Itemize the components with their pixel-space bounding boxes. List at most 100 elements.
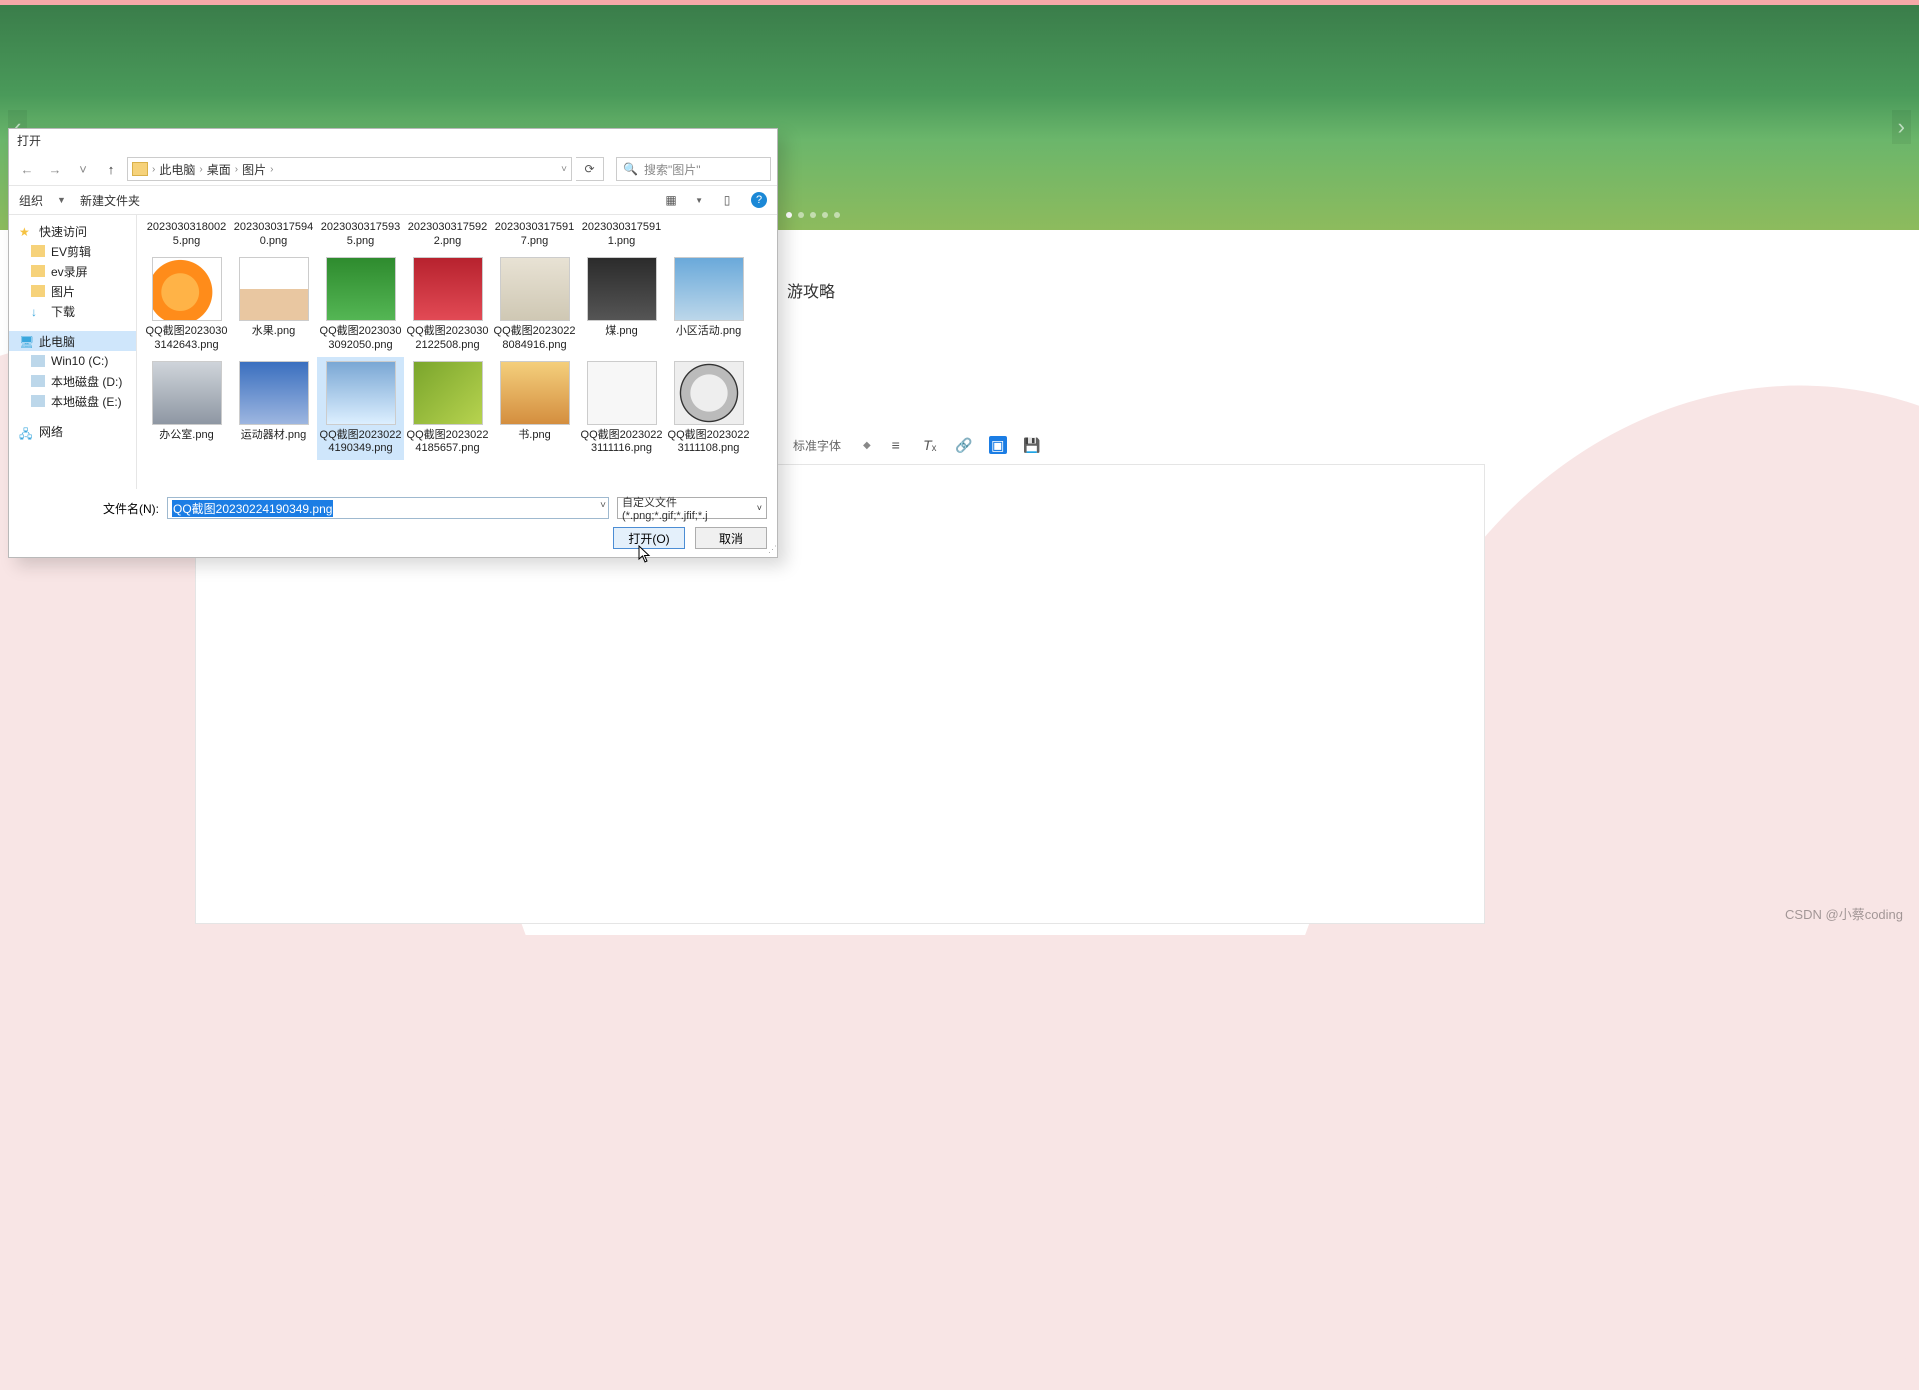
nav-item-drive[interactable]: 本地磁盘 (D:) [9,371,136,391]
dialog-address-bar: ← → ˅ ↑ › 此电脑 › 桌面 › 图片 › ˅ ⟳ 🔍 搜索"图片" [9,153,777,185]
nav-item-folder[interactable]: 图片 [9,281,136,301]
refresh-icon[interactable]: ⟳ [576,157,604,181]
link-icon[interactable]: 🔗 [955,436,973,454]
carousel-dots[interactable] [786,212,840,218]
file-item[interactable]: 20230303180025.png [143,217,230,253]
organize-button[interactable]: 组织 [19,192,43,209]
file-item[interactable]: QQ截图20230223111108.png [665,357,752,461]
filename-dropdown-icon[interactable]: ˅ [600,500,606,511]
file-thumbnail [413,257,483,321]
file-item[interactable]: 书.png [491,357,578,461]
file-label: QQ截图20230223111116.png [580,429,663,457]
file-label: 20230303175917.png [493,221,576,249]
nav-up-icon[interactable]: ↑ [99,157,123,181]
file-item[interactable]: 20230303175911.png [578,217,665,253]
breadcrumb-dropdown-icon[interactable]: ˅ [561,164,567,175]
filetype-value: 自定义文件 (*.png;*.gif;*.jfif;*.j [622,494,762,522]
breadcrumb-segment[interactable]: 桌面 [207,161,231,178]
image-icon[interactable]: ▣ [989,436,1007,454]
font-size-dropdown-icon[interactable]: ◆ [863,440,871,451]
file-item[interactable]: 水果.png [230,253,317,357]
align-icon[interactable]: ≡ [887,436,905,454]
file-label: 20230303175935.png [319,221,402,249]
file-thumbnail [674,257,744,321]
file-label: 小区活动.png [676,325,741,339]
resize-grip-icon[interactable]: ⋰ [768,544,775,555]
file-item[interactable]: 办公室.png [143,357,230,461]
file-item[interactable]: 20230303175917.png [491,217,578,253]
file-thumbnail [500,361,570,425]
file-item[interactable]: 小区活动.png [665,253,752,357]
font-size-label[interactable]: 标准字体 [787,435,847,456]
editor-toolbar: 标准字体 ◆ ≡ Tₓ 🔗 ▣ 💾 [787,430,1041,460]
file-thumbnail [326,361,396,425]
search-input[interactable]: 🔍 搜索"图片" [616,157,771,181]
file-item[interactable]: 煤.png [578,253,665,357]
carousel-next-icon[interactable]: › [1892,110,1911,144]
nav-item-drive[interactable]: 本地磁盘 (E:) [9,391,136,411]
filetype-select[interactable]: 自定义文件 (*.png;*.gif;*.jfif;*.j ˅ [617,497,767,519]
nav-back-icon[interactable]: ← [15,157,39,181]
file-label: 20230303180025.png [145,221,228,249]
preview-pane-icon[interactable]: ▯ [717,191,737,209]
file-label: 20230303175940.png [232,221,315,249]
file-thumbnail [152,257,222,321]
nav-quick-access[interactable]: ★快速访问 [9,221,136,241]
organize-dropdown-icon[interactable]: ▼ [57,195,66,205]
dialog-toolbar: 组织 ▼ 新建文件夹 ▦ ▼ ▯ ? [9,185,777,215]
file-thumbnail [239,257,309,321]
file-label: 20230303175911.png [580,221,663,249]
file-label: QQ截图20230224185657.png [406,429,489,457]
file-item[interactable]: 20230303175922.png [404,217,491,253]
breadcrumb[interactable]: › 此电脑 › 桌面 › 图片 › ˅ [127,157,572,181]
file-item[interactable]: QQ截图20230223111116.png [578,357,665,461]
file-thumbnail [326,257,396,321]
filetype-dropdown-icon[interactable]: ˅ [757,503,762,513]
file-thumbnail [500,257,570,321]
cancel-button[interactable]: 取消 [695,527,767,549]
view-mode-dropdown-icon[interactable]: ▼ [695,196,703,205]
nav-pane: ★快速访问 EV剪辑 ev录屏 图片 ↓下载 🖥此电脑 Win10 (C:) 本… [9,215,137,489]
nav-item-drive[interactable]: Win10 (C:) [9,351,136,371]
file-label: 水果.png [252,325,295,339]
breadcrumb-segment[interactable]: 图片 [242,161,266,178]
file-item[interactable]: QQ截图20230302122508.png [404,253,491,357]
file-label: 20230303175922.png [406,221,489,249]
nav-forward-icon: → [43,157,67,181]
file-item[interactable]: QQ截图20230224185657.png [404,357,491,461]
file-label: QQ截图20230228084916.png [493,325,576,353]
file-thumbnail [239,361,309,425]
nav-item-folder[interactable]: ev录屏 [9,261,136,281]
search-icon: 🔍 [623,162,638,176]
help-icon[interactable]: ? [751,192,767,208]
file-item[interactable]: QQ截图20230224190349.png [317,357,404,461]
page-content-title: 游攻略 [787,278,835,302]
nav-this-pc[interactable]: 🖥此电脑 [9,331,136,351]
file-label: QQ截图20230303092050.png [319,325,402,353]
filename-input[interactable]: QQ截图20230224190349.png ˅ [167,497,609,519]
file-label: 办公室.png [159,429,213,443]
file-item[interactable]: QQ截图20230303142643.png [143,253,230,357]
open-button[interactable]: 打开(O) [613,527,685,549]
file-label: QQ截图20230302122508.png [406,325,489,353]
file-item[interactable]: 20230303175935.png [317,217,404,253]
view-mode-icon[interactable]: ▦ [661,191,681,209]
file-item[interactable]: QQ截图20230228084916.png [491,253,578,357]
clear-format-icon[interactable]: Tₓ [921,436,939,454]
file-list[interactable]: 20230303180025.png20230303175940.png2023… [137,215,777,489]
save-icon[interactable]: 💾 [1023,436,1041,454]
nav-item-folder[interactable]: EV剪辑 [9,241,136,261]
file-thumbnail [587,361,657,425]
nav-network[interactable]: 🖧网络 [9,421,136,441]
breadcrumb-segment[interactable]: 此电脑 [159,161,195,178]
file-label: QQ截图20230303142643.png [145,325,228,353]
file-item[interactable]: QQ截图20230303092050.png [317,253,404,357]
nav-item-downloads[interactable]: ↓下载 [9,301,136,321]
file-item[interactable]: 运动器材.png [230,357,317,461]
new-folder-button[interactable]: 新建文件夹 [80,192,140,209]
file-item[interactable]: 20230303175940.png [230,217,317,253]
nav-recent-dropdown-icon[interactable]: ˅ [71,157,95,181]
dialog-title: 打开 [9,129,777,153]
file-label: QQ截图20230224190349.png [319,429,402,457]
dialog-footer: 文件名(N): QQ截图20230224190349.png ˅ 自定义文件 (… [9,489,777,557]
